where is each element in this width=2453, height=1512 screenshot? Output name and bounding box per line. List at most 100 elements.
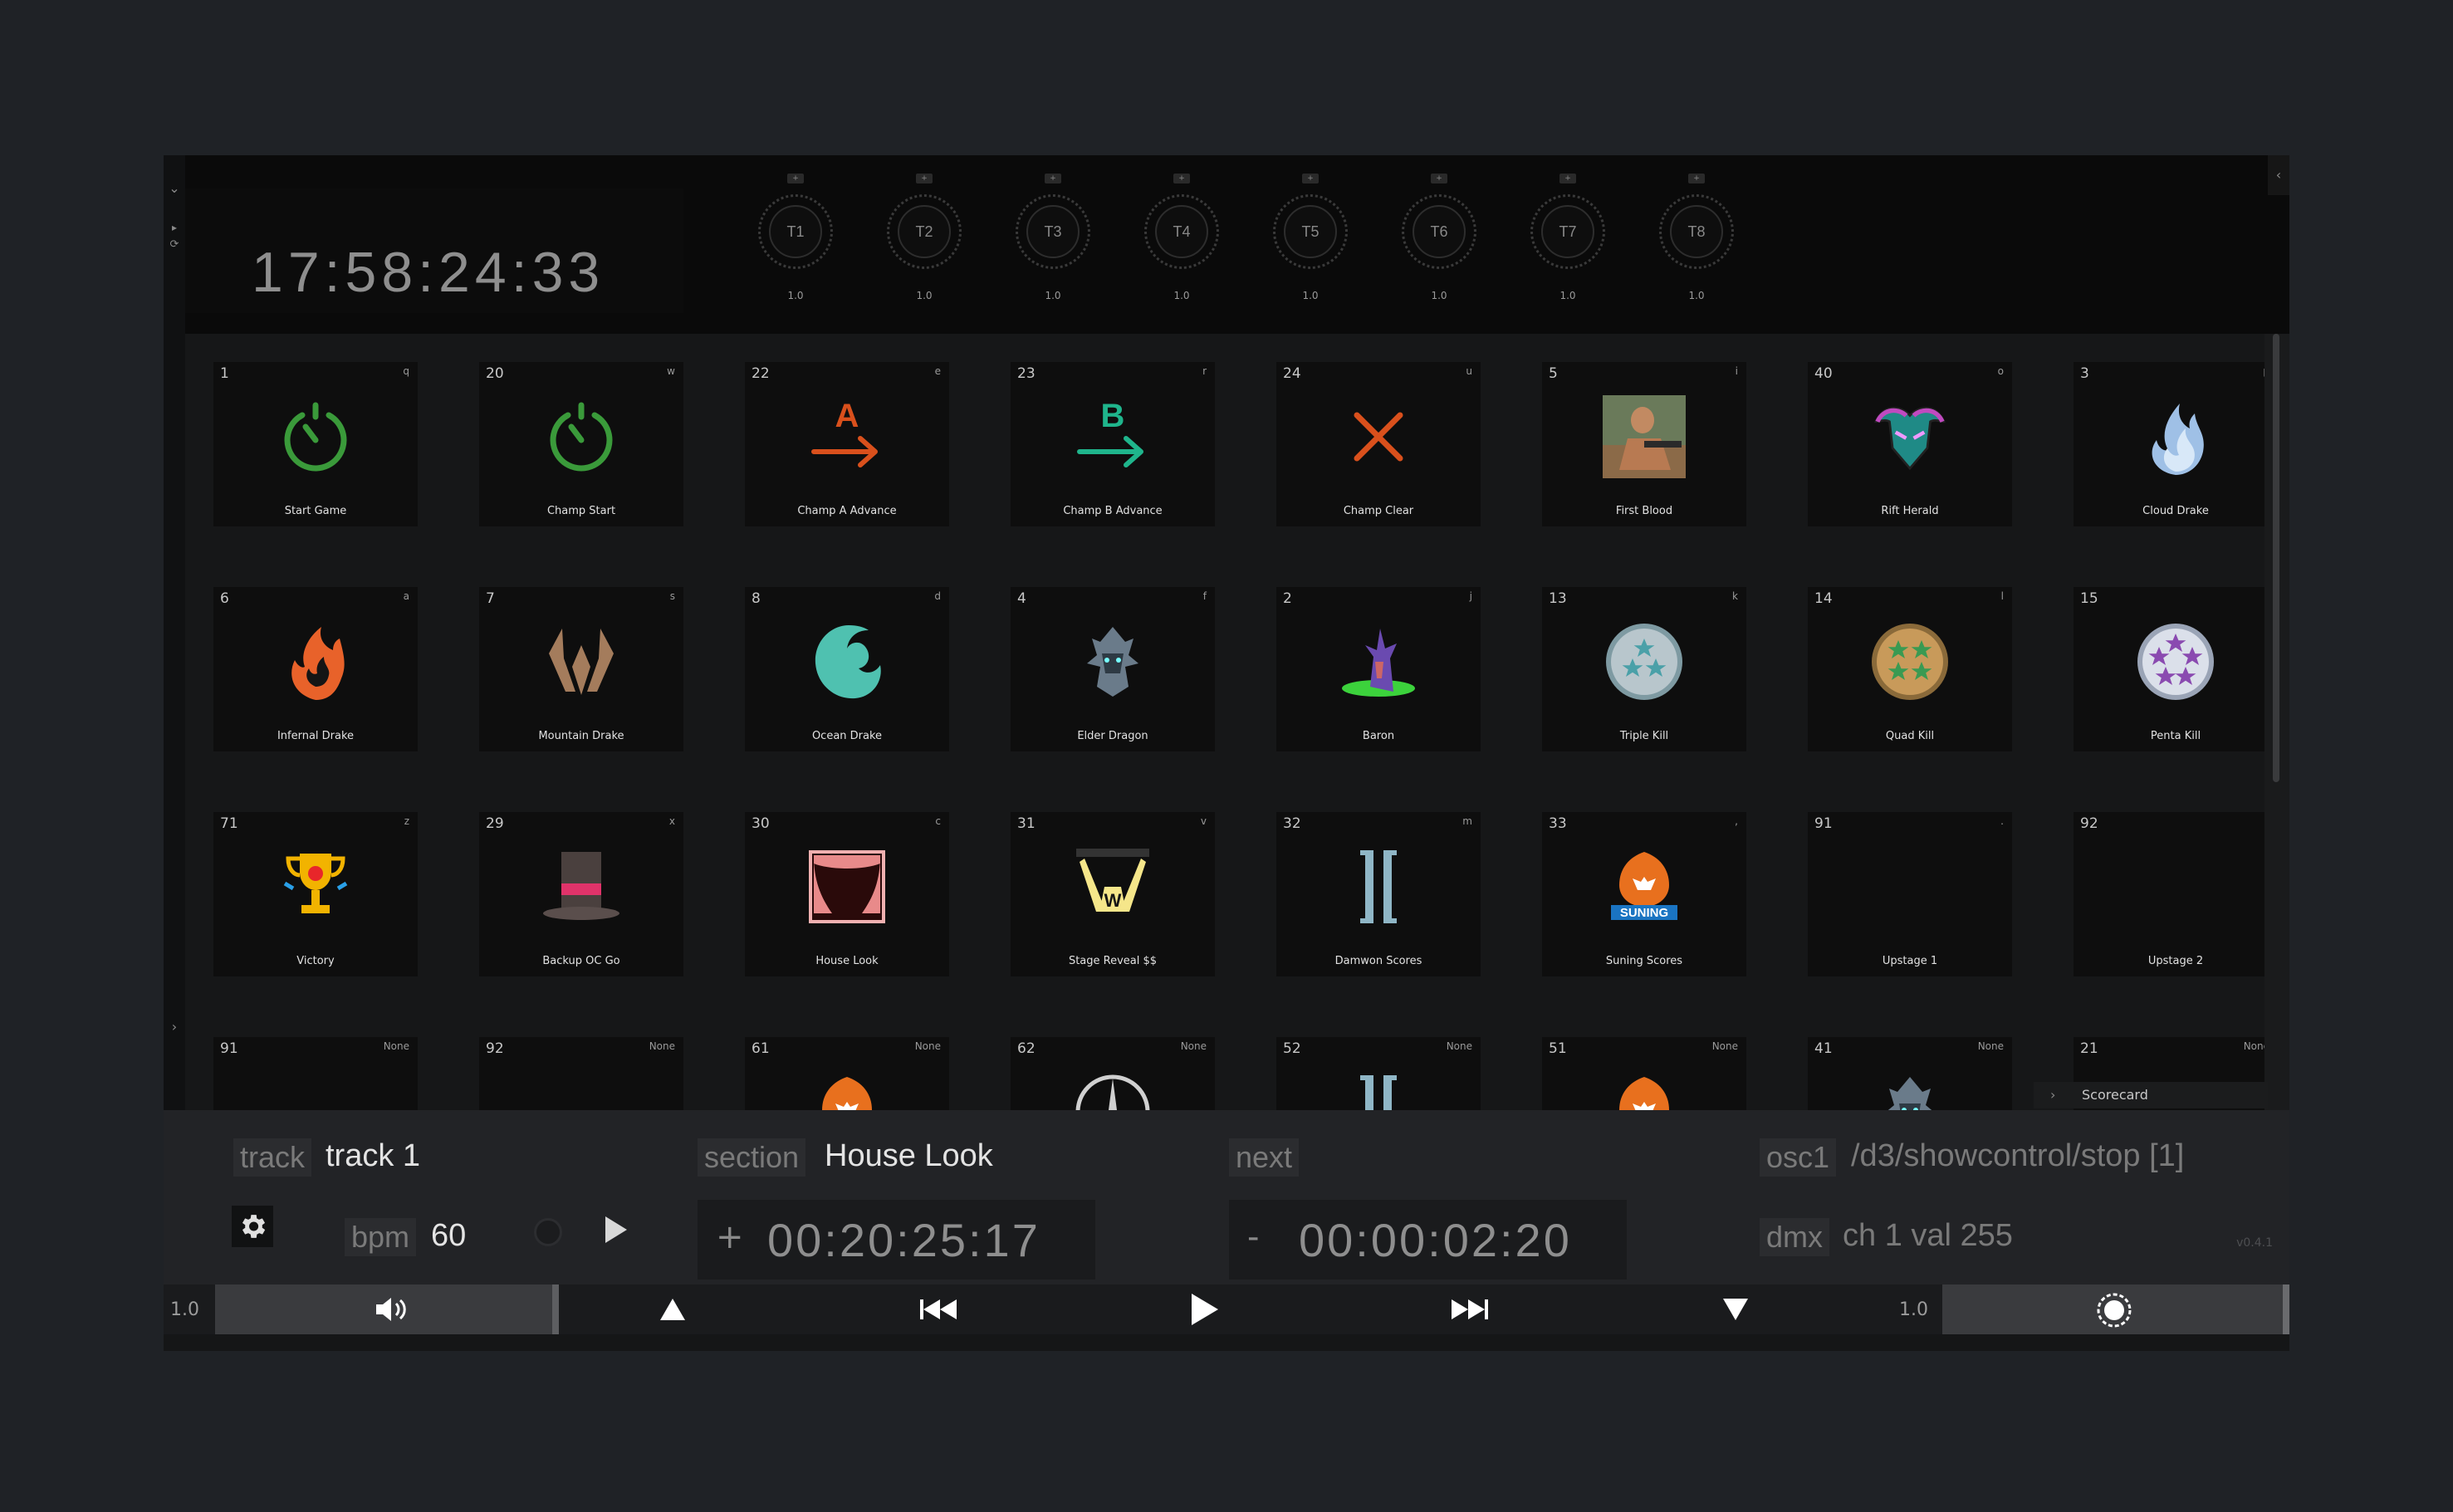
cue-number: 22 [752, 365, 770, 382]
brightness-slider-handle[interactable] [2283, 1284, 2289, 1334]
track-knob-6[interactable]: + T6 1.0 [1393, 174, 1485, 306]
cue-tile[interactable]: 1 q Start Game [213, 362, 418, 526]
knob-label: T1 [769, 205, 822, 258]
cue-tile[interactable]: 23 r B Champ B Advance [1011, 362, 1215, 526]
knob-ring[interactable]: T6 [1402, 194, 1476, 269]
cue-tile[interactable]: 31 v W Stage Reveal $$ [1011, 812, 1215, 976]
knob-ring[interactable]: T8 [1659, 194, 1734, 269]
bpm-value[interactable]: 60 [431, 1218, 466, 1254]
knob-ring[interactable]: T7 [1530, 194, 1605, 269]
knob-pin[interactable]: + [1688, 174, 1705, 183]
cue-tile[interactable]: 92/Upstage 2 [2074, 812, 2264, 976]
cue-tile[interactable]: 14 l Quad Kill [1808, 587, 2012, 751]
cue-tile[interactable]: 62 None [1011, 1037, 1215, 1110]
cue-tile[interactable]: 30 c House Look [745, 812, 949, 976]
cue-hotkey: None [1180, 1040, 1207, 1052]
empty-icon [1868, 845, 1951, 928]
knob-ring[interactable]: T5 [1273, 194, 1348, 269]
cue-hotkey: None [2243, 1040, 2264, 1052]
cue-tile[interactable]: 22 e A Champ A Advance [745, 362, 949, 526]
expand-grid-chevron-icon[interactable]: › [167, 1019, 182, 1035]
knob-ring[interactable]: T1 [758, 194, 833, 269]
knob-pin[interactable]: + [787, 174, 804, 183]
knob-pin[interactable]: + [1302, 174, 1319, 183]
cue-tile[interactable]: 32 m Damwon Scores [1276, 812, 1481, 976]
cue-tile[interactable]: 41 None [1808, 1037, 2012, 1110]
loop-mini-icon[interactable]: ⟳ [167, 238, 182, 251]
cue-hotkey: i [1735, 365, 1738, 377]
knob-pin[interactable]: + [1431, 174, 1447, 183]
cue-number: 1 [220, 365, 229, 382]
knob-value: 1.0 [1045, 290, 1061, 301]
track-knob-3[interactable]: + T3 1.0 [1007, 174, 1099, 306]
volume-slider-handle[interactable] [552, 1284, 559, 1334]
cue-hotkey: s [669, 590, 675, 602]
osc-tag: osc1 [1760, 1138, 1837, 1177]
track-knob-1[interactable]: + T1 1.0 [750, 174, 841, 306]
next-section-button[interactable] [1694, 1284, 1777, 1334]
collapse-right-chevron-icon[interactable]: ‹ [2268, 155, 2289, 195]
cue-hotkey: e [934, 365, 941, 377]
play-small-icon[interactable] [605, 1216, 627, 1243]
cue-hotkey: None [649, 1040, 675, 1052]
track-knob-4[interactable]: + T4 1.0 [1136, 174, 1227, 306]
skip-forward-button[interactable] [1428, 1284, 1511, 1334]
settings-button[interactable] [232, 1206, 273, 1247]
previous-section-button[interactable] [631, 1284, 714, 1334]
cue-tile[interactable]: 29 x Backup OC Go [479, 812, 683, 976]
scorecard-item[interactable]: › Scorecard [2034, 1082, 2268, 1108]
collapse-top-chevron-icon[interactable]: ⌄ [167, 180, 182, 196]
cue-tile[interactable]: 20 w Champ Start [479, 362, 683, 526]
cue-tile[interactable]: 24 u Champ Clear [1276, 362, 1481, 526]
cue-tile[interactable]: 40 o Rift Herald [1808, 362, 2012, 526]
cue-tile[interactable]: 92 None [479, 1037, 683, 1110]
knob-pin[interactable]: + [1173, 174, 1190, 183]
brightness-icon [2097, 1293, 2132, 1328]
damwon-logo-icon [1337, 1070, 1420, 1110]
play-mini-icon[interactable]: ▸ [167, 222, 182, 233]
cue-tile[interactable]: 6 a Infernal Drake [213, 587, 418, 751]
knob-ring[interactable]: T3 [1016, 194, 1090, 269]
cue-hotkey: , [1735, 815, 1738, 827]
cue-tile[interactable]: 15;Penta Kill [2074, 587, 2264, 751]
cue-label: Upstage 1 [1882, 955, 1938, 967]
cue-number: 41 [1814, 1040, 1833, 1057]
cue-tile[interactable]: 3pCloud Drake [2074, 362, 2264, 526]
knob-pin[interactable]: + [1045, 174, 1061, 183]
knob-pin[interactable]: + [916, 174, 933, 183]
record-button[interactable] [534, 1218, 562, 1246]
elder-dragon-icon [1868, 1070, 1951, 1110]
cue-tile[interactable]: 2 j Baron [1276, 587, 1481, 751]
cue-number: 5 [1549, 365, 1558, 382]
track-knob-7[interactable]: + T7 1.0 [1522, 174, 1613, 306]
skip-back-button[interactable] [897, 1284, 980, 1334]
scrollbar-thumb[interactable] [2273, 334, 2279, 782]
knob-label: T7 [1541, 205, 1594, 258]
cue-tile[interactable]: 51 None SUNING [1542, 1037, 1746, 1110]
clock-time: 17:58:24:33 [252, 241, 605, 304]
play-button[interactable] [1163, 1284, 1246, 1334]
cue-tile[interactable]: 7 s Mountain Drake [479, 587, 683, 751]
cue-tile[interactable]: 8 d Ocean Drake [745, 587, 949, 751]
track-knob-5[interactable]: + T5 1.0 [1265, 174, 1356, 306]
cue-tile[interactable]: 91. Upstage 1 [1808, 812, 2012, 976]
cue-tile[interactable]: 13 k Triple Kill [1542, 587, 1746, 751]
empty-icon [540, 1070, 623, 1110]
cue-tile[interactable]: 91 None [213, 1037, 418, 1110]
brightness-slider[interactable] [1942, 1284, 2289, 1334]
track-knob-2[interactable]: + T2 1.0 [879, 174, 970, 306]
knob-ring[interactable]: T2 [887, 194, 962, 269]
cue-tile[interactable]: 4 f Elder Dragon [1011, 587, 1215, 751]
cue-hotkey: c [935, 815, 941, 827]
cue-tile[interactable]: 5 i First Blood [1542, 362, 1746, 526]
grid-scrollbar[interactable] [2264, 334, 2289, 1110]
cue-tile[interactable]: 71 z Victory [213, 812, 418, 976]
volume-slider[interactable] [215, 1284, 558, 1334]
cue-tile[interactable]: 52 None [1276, 1037, 1481, 1110]
knob-ring[interactable]: T4 [1144, 194, 1219, 269]
cue-tile[interactable]: 61 None SUNING [745, 1037, 949, 1110]
top-panel: 17:58:24:33 + T1 1.0 + T2 1.0 + T3 1.0 + T4 1.0 + T5 1… [185, 155, 2289, 334]
knob-pin[interactable]: + [1559, 174, 1576, 183]
track-knob-8[interactable]: + T8 1.0 [1651, 174, 1742, 306]
cue-tile[interactable]: 33, SUNING Suning Scores [1542, 812, 1746, 976]
